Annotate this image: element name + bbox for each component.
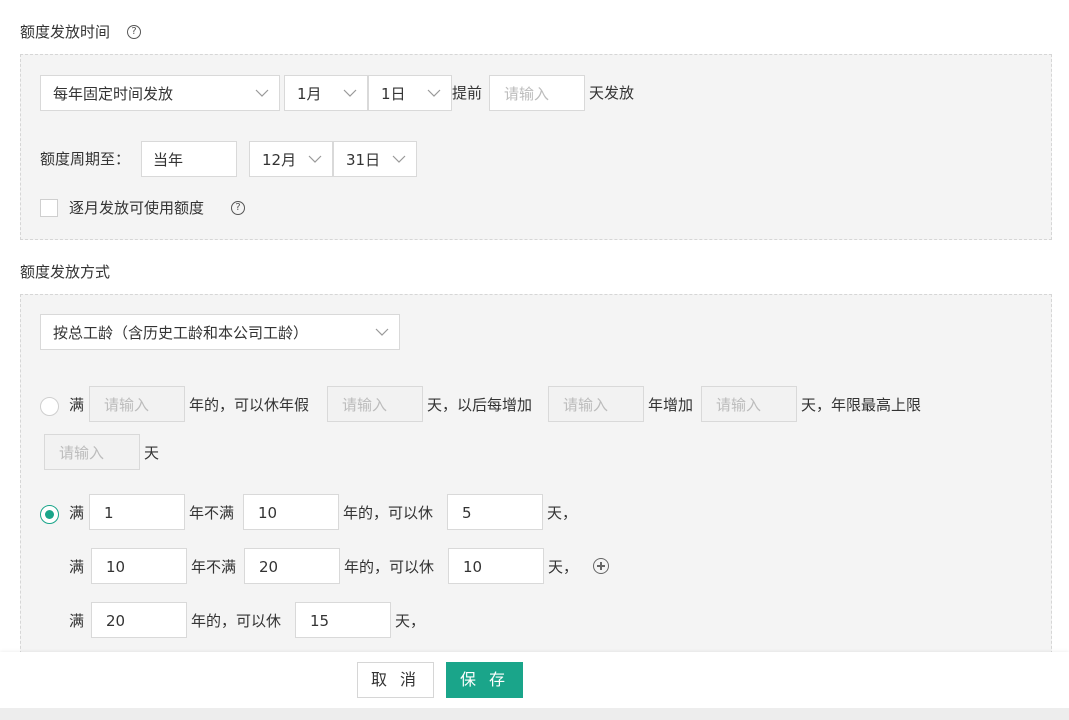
tier2-from-years-value: 10 (106, 558, 126, 576)
day-select-value: 1日 (381, 85, 406, 103)
question-circle-icon[interactable]: ? (127, 25, 141, 39)
tier1-to-years-input[interactable]: 10 (243, 494, 339, 530)
monthly-release-label: 逐月发放可使用额度 (69, 199, 205, 217)
tier3-days-input[interactable]: 15 (295, 602, 391, 638)
tier1-to-years-value: 10 (258, 504, 278, 522)
tier3-man-label: 满 (69, 612, 85, 630)
question-circle-icon[interactable]: ? (231, 201, 245, 215)
period-month-value: 12月 (262, 151, 297, 169)
cancel-button[interactable]: 取 消 (357, 662, 434, 698)
section-title-release-time: 额度发放时间 (20, 23, 111, 41)
option1-day-label: 天 (144, 444, 160, 462)
option1-man-label: 满 (69, 396, 85, 414)
tier3-can-label: 年的，可以休 (191, 612, 282, 630)
period-day-value: 31日 (346, 151, 381, 169)
option1-after-label: 天，以后每增加 (427, 396, 533, 414)
period-month-select[interactable]: 12月 (249, 141, 333, 177)
period-year-value: 当年 (153, 151, 184, 169)
method-select[interactable]: 按总工龄（含历史工龄和本公司工龄） (40, 314, 400, 350)
option1-base-days-input[interactable]: 请输入 (327, 386, 423, 422)
tier2-can-label: 年的，可以休 (344, 558, 435, 576)
chevron-down-icon (427, 89, 441, 97)
tier3-days-value: 15 (310, 612, 330, 630)
tier1-days-input[interactable]: 5 (447, 494, 543, 530)
period-label: 额度周期至： (40, 150, 131, 168)
option1-step-days-placeholder: 请输入 (716, 396, 762, 414)
tier1-man-label: 满 (69, 504, 85, 522)
tier1-from-years-value: 1 (104, 504, 114, 522)
tier2-days-input[interactable]: 10 (448, 548, 544, 584)
option1-base-days-placeholder: 请输入 (342, 396, 388, 414)
tier1-can-label: 年的，可以休 (343, 504, 434, 522)
tier2-to-years-value: 20 (259, 558, 279, 576)
schedule-select[interactable]: 每年固定时间发放 (40, 75, 280, 111)
period-day-select[interactable]: 31日 (333, 141, 417, 177)
tier3-from-years-input[interactable]: 20 (91, 602, 187, 638)
method-select-value: 按总工龄（含历史工龄和本公司工龄） (53, 324, 309, 342)
chevron-down-icon (392, 155, 406, 163)
tier1-from-years-input[interactable]: 1 (89, 494, 185, 530)
advance-prefix-label: 提前 (452, 84, 483, 102)
section-title-release-method: 额度发放方式 (20, 263, 111, 281)
radio-option-tiered[interactable] (40, 505, 59, 524)
tier3-unit-label: 天， (395, 612, 426, 630)
footer-bar: 取 消 保 存 (0, 652, 1069, 708)
radio-option-incremental[interactable] (40, 397, 59, 416)
tier2-mid-label: 年不满 (191, 558, 237, 576)
chevron-down-icon (343, 89, 357, 97)
tier2-to-years-input[interactable]: 20 (244, 548, 340, 584)
day-select[interactable]: 1日 (368, 75, 452, 111)
bottom-strip (0, 708, 1069, 720)
option1-max-label: 天，年限最高上限 (801, 396, 922, 414)
tier2-man-label: 满 (69, 558, 85, 576)
tier1-days-value: 5 (462, 504, 472, 522)
save-button[interactable]: 保 存 (446, 662, 523, 698)
radio-selected-dot (45, 510, 54, 519)
tier2-unit-label: 天， (548, 558, 579, 576)
option1-step-years-placeholder: 请输入 (563, 396, 609, 414)
tier2-days-value: 10 (463, 558, 483, 576)
tier1-mid-label: 年不满 (189, 504, 235, 522)
option1-start-years-placeholder: 请输入 (104, 396, 150, 414)
option1-step-years-input[interactable]: 请输入 (548, 386, 644, 422)
advance-suffix-label: 天发放 (589, 84, 635, 102)
period-year-field[interactable]: 当年 (141, 141, 237, 177)
month-select[interactable]: 1月 (284, 75, 368, 111)
option1-max-days-placeholder: 请输入 (59, 444, 105, 462)
tier1-unit-label: 天， (547, 504, 578, 522)
chevron-down-icon (375, 328, 389, 336)
monthly-release-checkbox[interactable] (40, 199, 58, 217)
advance-days-input[interactable]: 请输入 (489, 75, 585, 111)
option1-start-years-input[interactable]: 请输入 (89, 386, 185, 422)
option1-step-days-input[interactable]: 请输入 (701, 386, 797, 422)
schedule-select-value: 每年固定时间发放 (53, 85, 174, 103)
option1-year-can-label: 年的，可以休年假 (189, 396, 310, 414)
chevron-down-icon (255, 89, 269, 97)
chevron-down-icon (308, 155, 322, 163)
tier3-from-years-value: 20 (106, 612, 126, 630)
tier2-from-years-input[interactable]: 10 (91, 548, 187, 584)
option1-year-add-label: 年增加 (648, 396, 694, 414)
month-select-value: 1月 (297, 85, 322, 103)
advance-days-placeholder: 请输入 (504, 85, 550, 103)
plus-circle-icon[interactable] (593, 558, 609, 574)
option1-max-days-input[interactable]: 请输入 (44, 434, 140, 470)
